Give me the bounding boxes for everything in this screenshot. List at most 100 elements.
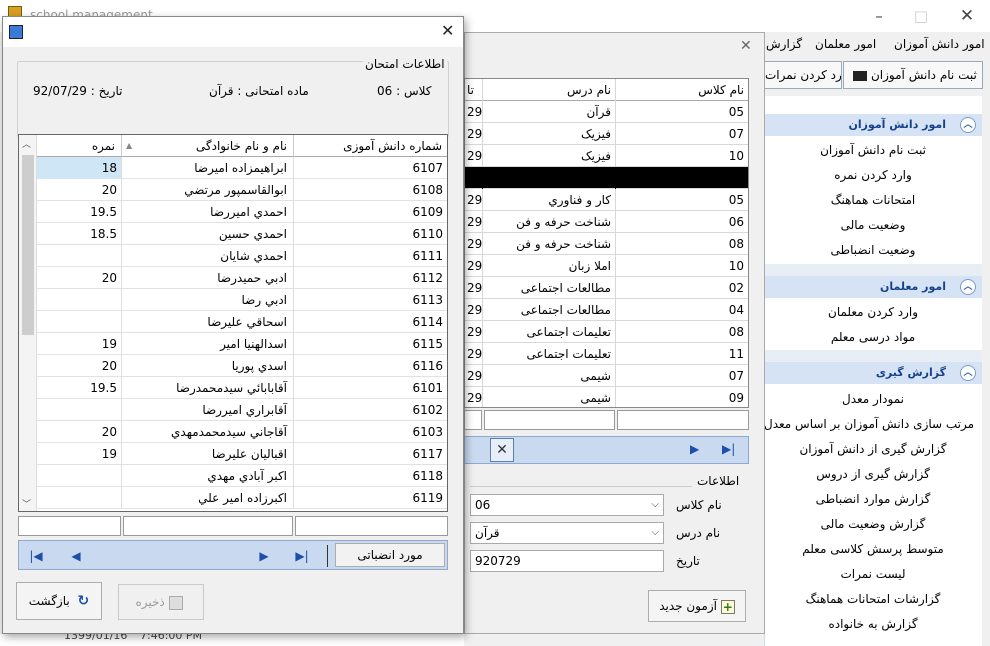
table-row[interactable]: 20 اسدي پوريا 6116 xyxy=(37,355,447,377)
nav-item-grade-list[interactable]: لیست نمرات xyxy=(764,562,982,586)
cell-grade[interactable]: 20 xyxy=(37,267,122,289)
menu-reports[interactable]: گزارش xyxy=(766,36,802,52)
nav-item-financial-reports[interactable]: گزارش وضعیت مالی xyxy=(764,512,982,536)
column-header-lesson[interactable]: نام درس xyxy=(483,79,616,101)
filter-grade-input[interactable] xyxy=(18,516,121,536)
disciplinary-button[interactable]: مورد انضباتی xyxy=(335,543,445,567)
cell-grade[interactable]: 18.5 xyxy=(37,223,122,245)
table-row[interactable]: 19.5 آقابابائي سيدمحمدرضا 6101 xyxy=(37,377,447,399)
first-record-icon[interactable]: |◀ xyxy=(23,544,49,568)
exam-window-close-icon[interactable]: ✕ xyxy=(740,38,752,54)
back-button[interactable]: بازگشت ↻ xyxy=(16,582,102,620)
filter-class-input[interactable] xyxy=(617,410,749,430)
nav-item-family-report[interactable]: گزارش به خانواده xyxy=(764,612,982,636)
nav-item-enter-grade[interactable]: وارد کردن نمره xyxy=(764,163,982,187)
filter-date-input[interactable] xyxy=(464,410,482,430)
table-row[interactable]: 29 املا زبان 10 xyxy=(465,255,748,277)
delete-button[interactable]: ✕ xyxy=(490,438,514,462)
scroll-down-icon[interactable]: ﹀ xyxy=(22,497,31,510)
nav-item-coordinated-exams[interactable]: امتحانات هماهنگ xyxy=(764,188,982,212)
cell-grade[interactable]: 20 xyxy=(37,179,122,201)
next-record-icon[interactable]: ▶ xyxy=(690,442,699,456)
nav-item-sort-by-average[interactable]: مرتب سازی دانش آموزان بر اساس معدل xyxy=(764,412,982,436)
last-record-icon[interactable]: ▶| xyxy=(722,442,735,456)
column-header-student-no[interactable]: شماره دانش آموزی xyxy=(294,135,447,157)
cell-grade[interactable] xyxy=(37,487,122,509)
nav-item-discipline-status[interactable]: وضعیت انضباطی xyxy=(764,238,982,262)
previous-record-icon[interactable]: ◀ xyxy=(63,544,89,568)
table-row[interactable]: 20 ادبي حميدرضا 6112 xyxy=(37,267,447,289)
date-field[interactable]: 920729 xyxy=(470,550,664,572)
minimize-icon[interactable]: – xyxy=(866,6,892,26)
table-row[interactable]: 18.5 احمدي حسين 6110 xyxy=(37,223,447,245)
table-row[interactable]: 19 اقباليان عليرضا 6117 xyxy=(37,443,447,465)
cell-grade[interactable] xyxy=(37,245,122,267)
cell-grade[interactable] xyxy=(37,289,122,311)
nav-item-student-reports[interactable]: گزارش گیری از دانش آموزان xyxy=(764,437,982,461)
table-row[interactable]: 29 فیزیک 10 xyxy=(465,145,748,167)
table-row[interactable]: 29 شیمی 07 xyxy=(465,365,748,387)
column-header-class[interactable]: نام کلاس xyxy=(616,79,748,101)
close-icon[interactable]: ✕ xyxy=(954,6,980,26)
nav-item-teacher-subjects[interactable]: مواد درسی معلم xyxy=(764,325,982,349)
collapse-chevron-icon[interactable]: ︿ xyxy=(960,365,976,381)
collapse-chevron-icon[interactable]: ︿ xyxy=(960,117,976,133)
nav-item-average-chart[interactable]: نمودار معدل xyxy=(764,387,982,411)
menu-students[interactable]: امور دانش آموزان xyxy=(894,36,985,52)
table-row[interactable]: 29 کار و فناوري 05 xyxy=(465,189,748,211)
table-row[interactable]: 20 ابوالقاسمپور مرتضي 6108 xyxy=(37,179,447,201)
save-button[interactable]: ذخیره xyxy=(118,584,204,620)
cell-grade[interactable]: 20 xyxy=(37,421,122,443)
table-row[interactable]: 18 ابراهیمزاده امیرضا 6107 xyxy=(37,157,447,179)
nav-item-lesson-reports[interactable]: گزارش گیری از دروس xyxy=(764,462,982,486)
table-row-selected[interactable] xyxy=(465,167,748,189)
next-record-icon[interactable]: ▶ xyxy=(251,544,277,568)
table-row[interactable]: 29 شناخت حرفه و فن 08 xyxy=(465,233,748,255)
scroll-up-icon[interactable]: ︿ xyxy=(22,137,31,150)
table-row[interactable]: 29 مطالعات اجتماعی 02 xyxy=(465,277,748,299)
nav-item-financial-status[interactable]: وضعیت مالی xyxy=(764,213,982,237)
nav-item-register-students[interactable]: ثبت نام دانش آموزان xyxy=(764,138,982,162)
lesson-select[interactable]: قرآن ⌵ xyxy=(470,522,664,544)
cell-grade[interactable]: 20 xyxy=(37,355,122,377)
table-row[interactable]: 20 آقاجاني سيدمحمدمهدي 6103 xyxy=(37,421,447,443)
filter-lesson-input[interactable] xyxy=(484,410,615,430)
vertical-scrollbar[interactable]: ︿ ﹀ xyxy=(19,135,37,511)
table-row[interactable]: 29 تعلیمات اجتماعی 08 xyxy=(465,321,748,343)
table-row[interactable]: 29 فیزیک 07 xyxy=(465,123,748,145)
cell-grade[interactable] xyxy=(37,311,122,333)
nav-item-discipline-reports[interactable]: گزارش موارد انضباطی xyxy=(764,487,982,511)
cell-grade[interactable]: 19 xyxy=(37,443,122,465)
column-header-name[interactable]: ▲ نام و نام خانوادگی xyxy=(122,135,294,157)
last-record-icon[interactable]: ▶| xyxy=(289,544,315,568)
nav-item-enter-teachers[interactable]: وارد کردن معلمان xyxy=(764,300,982,324)
table-row[interactable]: 29 تعلیمات اجتماعی 11 xyxy=(465,343,748,365)
menu-teachers[interactable]: امور معلمان xyxy=(815,36,876,52)
table-row[interactable]: اسحاقي عليرضا 6114 xyxy=(37,311,447,333)
scroll-thumb[interactable] xyxy=(22,155,34,335)
column-header-date[interactable]: تا xyxy=(465,79,483,101)
nav-section-students[interactable]: امور دانش آموزان ︿ xyxy=(764,114,982,136)
collapse-chevron-icon[interactable]: ︿ xyxy=(960,279,976,295)
cell-grade[interactable]: 19.5 xyxy=(37,377,122,399)
table-row[interactable]: 19.5 احمدي اميررضا 6109 xyxy=(37,201,447,223)
cell-grade[interactable] xyxy=(37,399,122,421)
cell-grade[interactable]: 19.5 xyxy=(37,201,122,223)
table-row[interactable]: 29 مطالعات اجتماعی 04 xyxy=(465,299,748,321)
table-row[interactable]: 29 قرآن 05 xyxy=(465,101,748,123)
maximize-icon[interactable]: □ xyxy=(908,6,934,26)
nav-section-teachers[interactable]: امور معلمان ︿ xyxy=(764,276,982,298)
cell-grade[interactable]: 18 xyxy=(37,157,122,179)
cell-grade[interactable]: 19 xyxy=(37,333,122,355)
nav-section-reports[interactable]: گزارش گیری ︿ xyxy=(764,362,982,384)
column-header-grade[interactable]: نمره xyxy=(37,135,122,157)
nav-item-teacher-class-questions[interactable]: متوسط پرسش کلاسی معلم xyxy=(764,537,982,561)
table-row[interactable]: آقابراري اميررضا 6102 xyxy=(37,399,447,421)
table-row[interactable]: 19 اسدالهنيا امير 6115 xyxy=(37,333,447,355)
enter-grade-button[interactable]: وارد کردن نمرات xyxy=(764,61,842,89)
table-row[interactable]: اكبرزاده امير علي 6119 xyxy=(37,487,447,509)
cell-grade[interactable] xyxy=(37,465,122,487)
new-exam-button[interactable]: آزمون جدید + xyxy=(648,590,746,622)
nav-item-coordinated-exam-reports[interactable]: گزارشات امتحانات هماهنگ xyxy=(764,587,982,611)
table-row[interactable]: 29 شناخت حرفه و فن 06 xyxy=(465,211,748,233)
